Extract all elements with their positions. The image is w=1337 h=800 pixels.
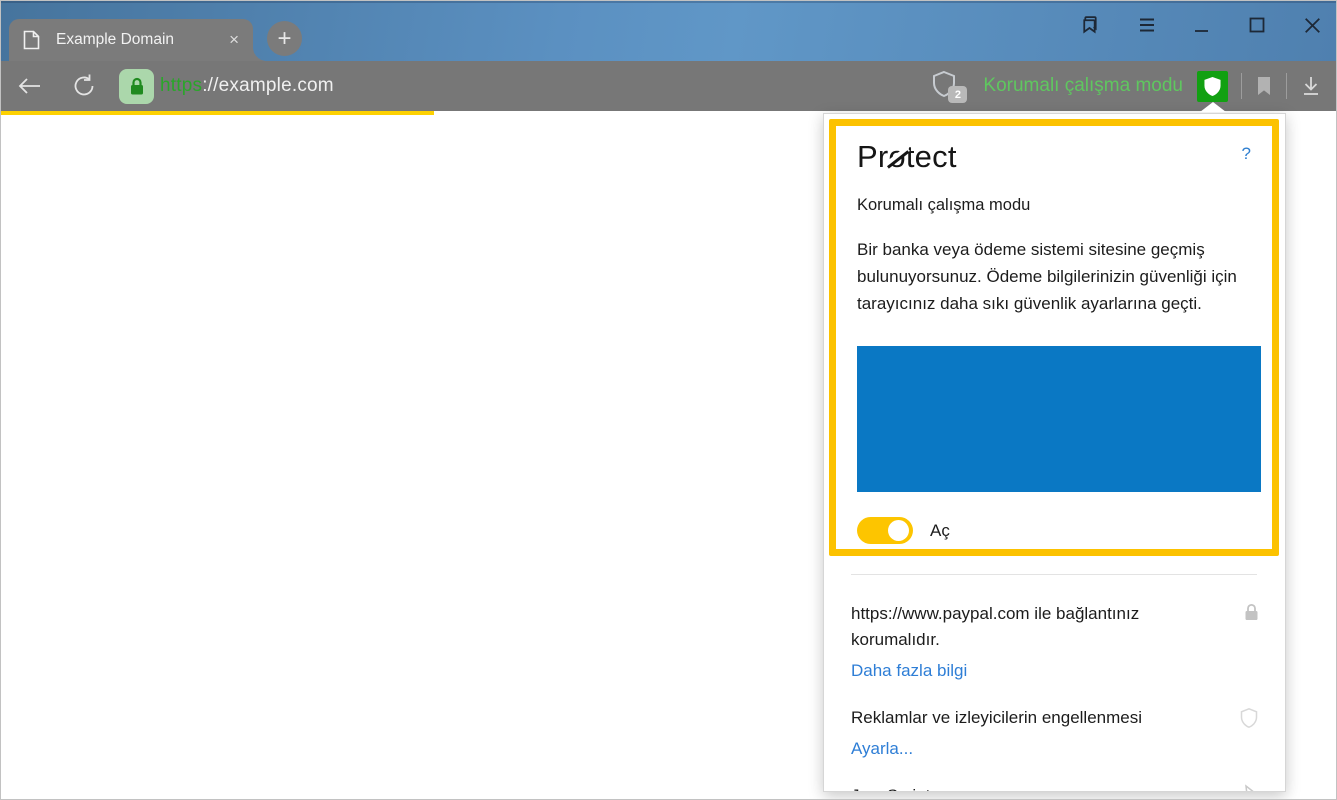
- panel-title: Protect: [857, 140, 957, 174]
- site-security-lock-icon[interactable]: [119, 69, 154, 104]
- section-divider: [851, 574, 1257, 575]
- toolbar-separator: [1241, 73, 1242, 99]
- url-scheme: https: [160, 75, 202, 96]
- pointer-icon: [1241, 783, 1259, 792]
- protect-panel: Protect ? Korumalı çalışma modu Bir bank…: [823, 113, 1286, 792]
- illustration-placeholder: [857, 346, 1261, 492]
- address-bar[interactable]: https://example.com: [160, 75, 334, 97]
- javascript-row: JavaScript: [851, 783, 1261, 792]
- tab-close-icon[interactable]: ×: [225, 30, 243, 50]
- reload-button[interactable]: [56, 61, 111, 111]
- highlighted-section: Protect ? Korumalı çalışma modu Bir bank…: [829, 119, 1279, 556]
- javascript-text: JavaScript: [851, 783, 1206, 792]
- more-info-link[interactable]: Daha fazla bilgi: [851, 658, 967, 684]
- blocked-count-badge: 2: [948, 86, 967, 103]
- blocked-counter-shield-icon[interactable]: 2: [931, 69, 967, 103]
- connection-security-text: https://www.paypal.com ile bağlantınız k…: [851, 601, 1206, 653]
- tab-groups-icon[interactable]: [1078, 13, 1103, 38]
- browser-tab[interactable]: Example Domain ×: [9, 19, 253, 61]
- toolbar-separator: [1286, 73, 1287, 99]
- maximize-icon[interactable]: [1246, 14, 1268, 36]
- toggle-label: Aç: [930, 521, 950, 541]
- connection-security-row: https://www.paypal.com ile bağlantınız k…: [851, 601, 1261, 684]
- url-text: ://example.com: [202, 75, 334, 96]
- ad-blocking-text: Reklamlar ve izleyicilerin engellenmesi: [851, 705, 1206, 731]
- protect-mode-toggle[interactable]: [857, 517, 913, 544]
- menu-icon[interactable]: [1136, 14, 1158, 36]
- configure-link[interactable]: Ayarla...: [851, 736, 913, 762]
- toolbar: https://example.com 2 Korumalı çalışma m…: [1, 61, 1336, 111]
- help-link[interactable]: ?: [1242, 140, 1251, 164]
- panel-subtitle: Korumalı çalışma modu: [857, 196, 1251, 215]
- close-window-icon[interactable]: [1301, 14, 1324, 37]
- bookmark-flag-icon[interactable]: [1255, 75, 1273, 97]
- panel-description: Bir banka veya ödeme sistemi sitesine ge…: [857, 236, 1265, 317]
- page-icon: [23, 30, 40, 50]
- lock-icon: [1244, 603, 1259, 627]
- protect-shield-button[interactable]: [1197, 71, 1228, 102]
- shield-icon: [1203, 76, 1222, 97]
- protect-mode-label: Korumalı çalışma modu: [983, 75, 1183, 97]
- minimize-icon[interactable]: [1191, 14, 1213, 36]
- page-load-progress-bar: [1, 111, 434, 115]
- back-button[interactable]: [1, 61, 56, 111]
- popup-pointer: [1200, 102, 1226, 112]
- toggle-knob: [888, 520, 909, 541]
- shield-outline-icon: [1239, 707, 1259, 734]
- ad-blocking-row: Reklamlar ve izleyicilerin engellenmesi …: [851, 705, 1261, 762]
- browser-window: Example Domain × +: [0, 0, 1337, 800]
- new-tab-button[interactable]: +: [267, 21, 302, 56]
- tab-strip: Example Domain × +: [1, 1, 1336, 61]
- downloads-icon[interactable]: [1300, 74, 1322, 98]
- tab-title: Example Domain: [56, 31, 225, 49]
